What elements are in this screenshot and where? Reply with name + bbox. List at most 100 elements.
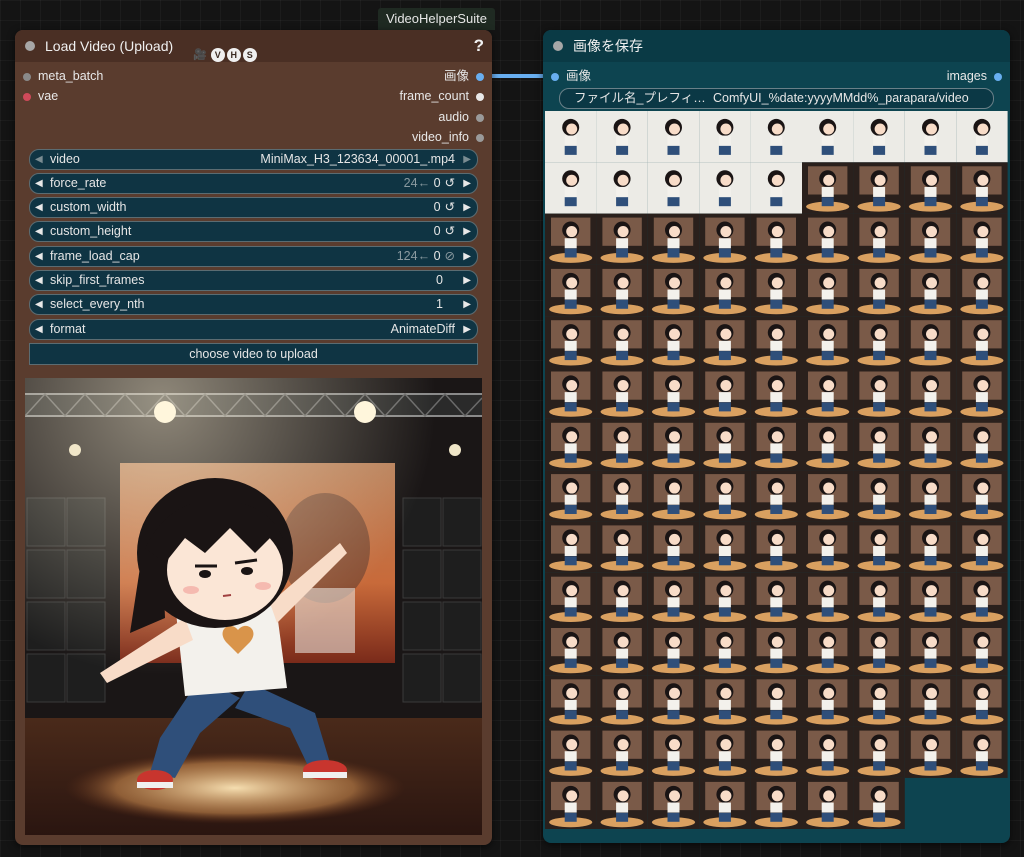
- output-dot-icon[interactable]: [476, 92, 484, 101]
- widget-skip-first-frames[interactable]: ◀ skip_first_frames 0 ▶: [29, 270, 478, 291]
- frame-thumbnail: [545, 367, 597, 419]
- decrement-arrow-icon[interactable]: ◀: [35, 198, 43, 217]
- widget-extra: 24←: [403, 176, 431, 190]
- frame-thumbnail: [545, 316, 597, 368]
- frame-thumbnail: [596, 418, 648, 471]
- help-button[interactable]: ?: [474, 30, 484, 62]
- frame-thumbnail: [750, 162, 802, 214]
- frame-thumbnail: [750, 624, 802, 676]
- frame-thumbnail: [904, 213, 957, 265]
- increment-arrow-icon[interactable]: ▶: [463, 295, 471, 314]
- output-slot-audio[interactable]: audio: [438, 109, 484, 125]
- output-slot-images[interactable]: images: [947, 68, 1002, 84]
- output-dot-icon[interactable]: [476, 113, 484, 122]
- dancer-illustration: [25, 378, 482, 835]
- frame-thumbnail: [647, 111, 700, 163]
- increment-arrow-icon[interactable]: ▶: [463, 198, 471, 217]
- output-dot-icon[interactable]: [476, 72, 484, 81]
- frame-thumbnail: [750, 213, 802, 265]
- widget-value: 0: [433, 176, 441, 190]
- input-dot-icon[interactable]: [551, 72, 559, 81]
- increment-arrow-icon[interactable]: ▶: [463, 174, 471, 193]
- widget-frame-load-cap[interactable]: ◀ frame_load_cap 124← 0 ⊘ ▶: [29, 246, 478, 267]
- decrement-arrow-icon[interactable]: ◀: [35, 150, 43, 169]
- frame-thumbnail: [647, 777, 700, 829]
- widget-custom-height[interactable]: ◀ custom_height 0 ↺ ▶: [29, 221, 478, 242]
- widget-select-every-nth[interactable]: ◀ select_every_nth 1 ▶: [29, 294, 478, 315]
- widget-custom-width[interactable]: ◀ custom_width 0 ↺ ▶: [29, 197, 478, 218]
- frame-thumbnail: [647, 213, 700, 265]
- widget-value: 0: [433, 200, 441, 214]
- input-slot-vae[interactable]: vae: [23, 88, 58, 104]
- frame-thumbnail: [647, 418, 700, 471]
- frame-thumbnail: [545, 111, 597, 163]
- frame-thumbnail: [853, 418, 905, 471]
- increment-arrow-icon[interactable]: ▶: [463, 222, 471, 241]
- frame-thumbnail: [545, 624, 597, 676]
- output-label: 画像: [443, 69, 469, 83]
- increment-arrow-icon[interactable]: ▶: [463, 271, 471, 290]
- decrement-arrow-icon[interactable]: ◀: [35, 222, 43, 241]
- frame-thumbnail: [596, 213, 648, 265]
- increment-arrow-icon[interactable]: ▶: [463, 150, 471, 169]
- widget-value: MiniMax_H3_123634_00001_.mp4: [260, 152, 455, 166]
- input-dot-icon[interactable]: [23, 72, 31, 81]
- decrement-arrow-icon[interactable]: ◀: [35, 295, 43, 314]
- upload-video-button[interactable]: choose video to upload: [29, 343, 478, 365]
- frame-thumbnail: [750, 675, 802, 727]
- frame-thumbnail: [699, 726, 751, 778]
- input-slot-meta-batch[interactable]: meta_batch: [23, 68, 103, 84]
- widget-force-rate[interactable]: ◀ force_rate 24← 0 ↺ ▶: [29, 173, 478, 194]
- collapse-toggle-icon[interactable]: [553, 41, 563, 51]
- frame-thumbnail: [802, 521, 854, 573]
- load-video-node[interactable]: Load Video (Upload) 🎥 V H S ? meta_batch…: [15, 30, 492, 845]
- reset-icon[interactable]: ↺: [445, 176, 455, 190]
- output-dot-icon[interactable]: [476, 133, 484, 142]
- input-slot-image[interactable]: 画像: [551, 68, 591, 84]
- frame-thumbnail: [699, 367, 751, 419]
- decrement-arrow-icon[interactable]: ◀: [35, 271, 43, 290]
- frame-thumbnail: [596, 624, 648, 676]
- frame-thumbnail: [699, 521, 751, 573]
- widget-video[interactable]: ◀ video MiniMax_H3_123634_00001_.mp4 ▶: [29, 149, 478, 170]
- widget-value: 1: [436, 297, 443, 311]
- output-slot-image[interactable]: 画像: [444, 68, 484, 84]
- frame-thumbnail: [956, 264, 1008, 317]
- decrement-arrow-icon[interactable]: ◀: [35, 320, 43, 339]
- frame-thumbnail: [904, 418, 957, 471]
- output-dot-icon[interactable]: [994, 72, 1002, 81]
- frame-thumbnail: [699, 316, 751, 368]
- frame-thumbnail: [853, 675, 905, 727]
- collapse-toggle-icon[interactable]: [25, 41, 35, 51]
- widget-format[interactable]: ◀ format AnimateDiff ▶: [29, 319, 478, 340]
- output-label: frame_count: [399, 89, 469, 103]
- increment-arrow-icon[interactable]: ▶: [463, 320, 471, 339]
- frame-thumbnail: [956, 111, 1008, 163]
- load-video-title-bar[interactable]: Load Video (Upload) 🎥 V H S ?: [15, 30, 492, 62]
- decrement-arrow-icon[interactable]: ◀: [35, 174, 43, 193]
- reset-icon[interactable]: ↺: [445, 200, 455, 214]
- widget-label: frame_load_cap: [50, 249, 140, 263]
- frame-thumbnail: [802, 316, 854, 368]
- frame-thumbnail: [596, 777, 648, 829]
- output-slot-video-info[interactable]: video_info: [412, 129, 484, 145]
- output-slot-frame-count[interactable]: frame_count: [400, 88, 484, 104]
- frame-thumbnail: [853, 572, 905, 624]
- frame-thumbnail: [750, 367, 802, 419]
- filename-prefix-label: ファイル名_プレフィ…: [574, 91, 706, 105]
- disable-icon[interactable]: ⊘: [445, 249, 455, 263]
- save-image-node[interactable]: 画像を保存 画像 images ファイル名_プレフィ… ComfyUI_%dat…: [543, 30, 1010, 843]
- frame-thumbnail: [545, 418, 597, 471]
- frame-thumbnail: [904, 111, 957, 163]
- decrement-arrow-icon[interactable]: ◀: [35, 247, 43, 266]
- frame-thumbnail: [904, 624, 957, 676]
- input-dot-icon[interactable]: [23, 92, 31, 101]
- save-image-title-bar[interactable]: 画像を保存: [543, 30, 1010, 62]
- frame-thumbnail: [545, 777, 597, 829]
- filename-prefix-field[interactable]: ファイル名_プレフィ… ComfyUI_%date:yyyyMMdd%_para…: [559, 88, 994, 109]
- widget-value: 0: [436, 273, 443, 287]
- frame-thumbnail: [853, 726, 905, 778]
- increment-arrow-icon[interactable]: ▶: [463, 247, 471, 266]
- frame-thumbnail: [596, 111, 648, 163]
- reset-icon[interactable]: ↺: [445, 224, 455, 238]
